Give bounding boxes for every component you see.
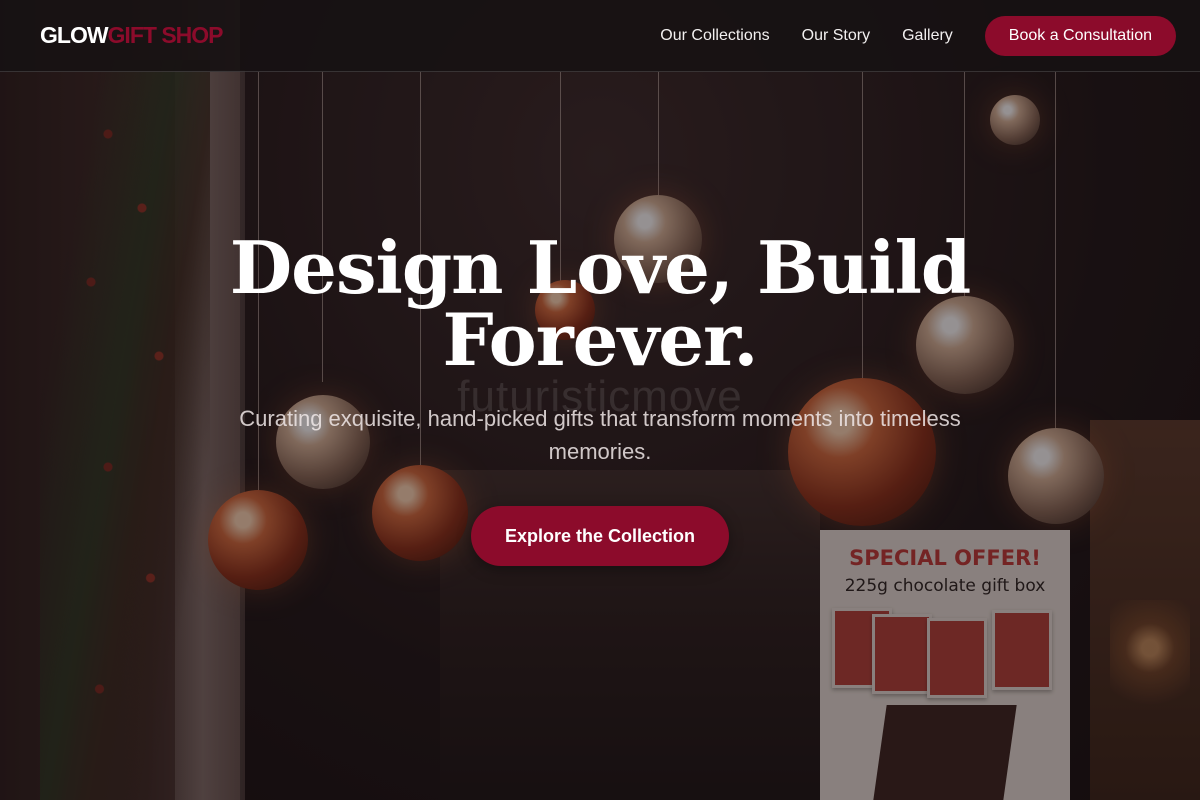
main-nav: Our Collections Our Story Gallery Book a… <box>660 16 1176 56</box>
site-header: GLOWGIFT SHOP Our Collections Our Story … <box>0 0 1200 72</box>
hero-subtitle: Curating exquisite, hand-picked gifts th… <box>239 406 961 464</box>
explore-collection-button[interactable]: Explore the Collection <box>471 506 729 566</box>
page: SPECIAL OFFER! 225g chocolate gift box G… <box>0 0 1200 800</box>
site-logo[interactable]: GLOWGIFT SHOP <box>40 22 223 49</box>
nav-link-gallery[interactable]: Gallery <box>902 27 953 45</box>
book-consultation-button[interactable]: Book a Consultation <box>984 16 1176 56</box>
hero-section: futuristicmove Design Love, Build Foreve… <box>0 72 1200 800</box>
logo-accent-text: GIFT SHOP <box>107 22 224 48</box>
nav-link-collections[interactable]: Our Collections <box>660 27 769 45</box>
logo-main-text: GLOW <box>40 22 109 48</box>
nav-link-our-story[interactable]: Our Story <box>802 27 870 45</box>
hero-title: Design Love, Build Forever. <box>229 225 972 382</box>
